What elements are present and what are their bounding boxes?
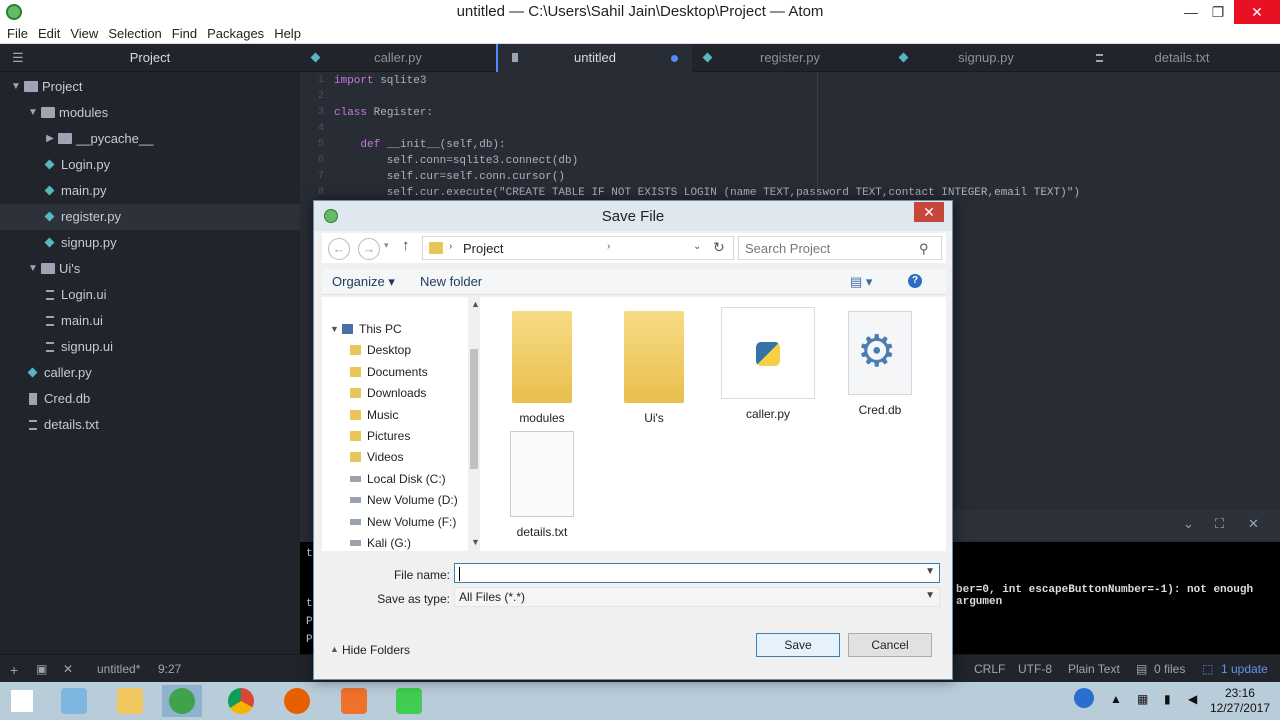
chevron-down-icon[interactable]: ▼ xyxy=(925,566,935,577)
search-icon: ⚲ xyxy=(919,241,929,256)
file-list: modules Ui's caller.py Cred.db details.txt xyxy=(480,297,946,551)
folder-icon xyxy=(350,431,361,441)
hide-folders-button[interactable]: Hide Folders xyxy=(342,643,410,657)
save-type-value: All Files (*.*) xyxy=(459,590,526,604)
nav-item-label: New Volume (F:) xyxy=(367,514,457,529)
nav-item-music[interactable]: Music xyxy=(322,405,468,425)
cancel-button[interactable]: Cancel xyxy=(848,633,932,657)
up-arrow-icon[interactable]: ↑ xyxy=(402,237,410,254)
drive-icon xyxy=(350,475,361,482)
dialog-close-button[interactable]: ✕ xyxy=(914,202,944,222)
recent-locations-icon[interactable]: ▾ xyxy=(384,240,389,251)
python-logo-icon xyxy=(756,342,780,366)
nav-item-downloads[interactable]: Downloads xyxy=(322,383,468,403)
search-input[interactable]: Search Project ⚲ xyxy=(738,236,942,260)
nav-scrollbar[interactable]: ▲ ▼ xyxy=(468,297,478,551)
nav-item-pictures[interactable]: Pictures xyxy=(322,426,468,446)
file-item-label: details.txt xyxy=(516,525,568,539)
file-name-label: File name: xyxy=(393,568,450,582)
dialog-toolbar: Organize ▾ New folder ▤ ▾ ? xyxy=(322,269,946,295)
chevron-down-icon[interactable]: ⌄ xyxy=(693,241,701,252)
save-type-label: Save as type: xyxy=(377,592,450,606)
file-item-label: Cred.db xyxy=(858,403,902,417)
address-bar: ← → ▾ ↑ › Project › ⌄ ↻ Search Project ⚲ xyxy=(322,233,946,263)
nav-item-documents[interactable]: Documents xyxy=(322,362,468,382)
refresh-icon[interactable]: ↻ xyxy=(713,239,725,256)
file-name-input[interactable]: ▼ xyxy=(454,563,940,583)
scroll-down-icon[interactable]: ▼ xyxy=(471,537,478,547)
navigation-pane: ▲ ▼ ▼ This PC Desktop Documents Downloads Mus… xyxy=(322,297,478,551)
breadcrumb-project[interactable]: Project xyxy=(463,241,503,256)
nav-item-label: Music xyxy=(367,407,399,422)
file-item-modules[interactable]: modules xyxy=(490,311,594,425)
nav-item-label: This PC xyxy=(359,322,402,336)
nav-item-label: Videos xyxy=(367,450,404,465)
organize-button[interactable]: Organize ▾ xyxy=(332,274,395,290)
nav-item-local-disk-c-[interactable]: Local Disk (C:) xyxy=(322,469,468,489)
python-file-icon xyxy=(721,307,815,399)
dialog-title: Save File xyxy=(601,208,665,225)
folder-icon xyxy=(429,242,443,254)
file-item-details-txt[interactable]: details.txt xyxy=(490,431,594,539)
nav-item-videos[interactable]: Videos xyxy=(322,447,468,467)
forward-arrow-icon[interactable]: → xyxy=(358,238,380,260)
save-button[interactable]: Save xyxy=(756,633,840,657)
text-cursor xyxy=(459,566,460,581)
folder-icon xyxy=(350,409,361,420)
collapse-icon[interactable]: ▲ xyxy=(330,644,339,654)
nav-item-label: Documents xyxy=(367,364,428,379)
computer-icon xyxy=(342,324,353,334)
file-item-ui-s[interactable]: Ui's xyxy=(602,311,706,425)
address-box[interactable]: › Project › ⌄ ↻ xyxy=(422,236,734,260)
file-item-cred-db[interactable]: Cred.db xyxy=(828,311,932,417)
nav-item-label: Downloads xyxy=(367,386,427,401)
dialog-bottom: File name: ▼ Save as type: All Files (*.… xyxy=(322,551,946,675)
new-folder-button[interactable]: New folder xyxy=(420,274,482,289)
text-file-icon xyxy=(510,431,574,517)
nav-item-new-volume-f-[interactable]: New Volume (F:) xyxy=(322,512,468,532)
save-type-select[interactable]: All Files (*.*) ▼ xyxy=(454,587,940,607)
nav-item-new-volume-d-[interactable]: New Volume (D:) xyxy=(322,490,468,510)
file-item-label: caller.py xyxy=(745,407,791,421)
nav-item-label: Local Disk (C:) xyxy=(367,471,446,486)
nav-item-desktop[interactable]: Desktop xyxy=(322,340,468,360)
chevron-down-icon[interactable]: ▼ xyxy=(330,319,339,339)
dialog-layer: Save File ✕ ← → ▾ ↑ › Project › ⌄ ↻ Sear… xyxy=(0,0,1280,720)
search-placeholder: Search Project xyxy=(745,241,831,256)
nav-item-label: Desktop xyxy=(367,343,412,358)
folder-icon xyxy=(350,388,361,399)
chevron-down-icon[interactable]: ▼ xyxy=(925,590,935,601)
nav-item-this-pc[interactable]: ▼ This PC xyxy=(322,319,468,339)
drive-icon xyxy=(350,518,361,525)
breadcrumb-separator-icon: › xyxy=(607,241,611,252)
scroll-up-icon[interactable]: ▲ xyxy=(471,299,478,309)
file-item-label: Ui's xyxy=(644,411,664,425)
folder-icon xyxy=(624,311,684,403)
drive-icon xyxy=(350,497,361,504)
view-options-icon[interactable]: ▤ ▾ xyxy=(850,274,872,290)
breadcrumb-separator-icon: › xyxy=(449,241,453,252)
back-arrow-icon[interactable]: ← xyxy=(328,238,350,260)
settings-file-icon xyxy=(848,311,912,395)
nav-item-label: Kali (G:) xyxy=(367,536,412,550)
dialog-titlebar: Save File ✕ xyxy=(314,201,952,231)
folder-icon xyxy=(350,366,361,377)
nav-item-label: Pictures xyxy=(367,429,411,443)
help-icon[interactable]: ? xyxy=(908,274,922,288)
file-item-caller-py[interactable]: caller.py xyxy=(716,307,820,421)
drive-icon xyxy=(350,540,361,546)
scroll-thumb[interactable] xyxy=(470,349,478,469)
nav-item-label: New Volume (D:) xyxy=(367,493,458,508)
folder-icon xyxy=(350,452,361,463)
nav-item-kali-g-[interactable]: Kali (G:) xyxy=(322,533,468,551)
folder-icon xyxy=(512,311,572,403)
folder-icon xyxy=(350,345,361,356)
save-file-dialog: Save File ✕ ← → ▾ ↑ › Project › ⌄ ↻ Sear… xyxy=(313,200,953,680)
file-item-label: modules xyxy=(519,411,565,425)
